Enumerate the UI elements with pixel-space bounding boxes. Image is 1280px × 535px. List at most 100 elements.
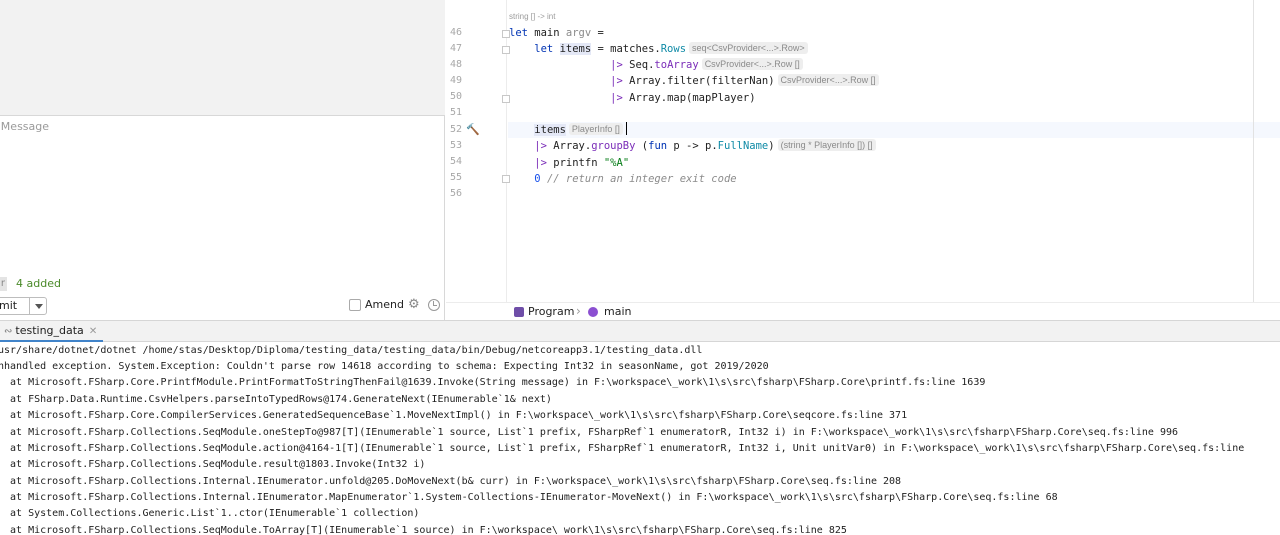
history-icon[interactable] <box>428 299 440 311</box>
code-editor[interactable]: string [] -> int 46 47 48 49 50 51 52 53… <box>446 0 1280 320</box>
close-icon[interactable]: ✕ <box>89 326 97 337</box>
console-line: usr/share/dotnet/dotnet /home/stas/Deskt… <box>0 345 703 356</box>
code-token: |> <box>534 140 554 152</box>
code-token: items <box>534 124 566 136</box>
code-token: Array. <box>553 140 592 152</box>
code-token: items <box>559 43 592 55</box>
console-line: at Microsoft.FSharp.Collections.Internal… <box>0 492 1058 503</box>
signature-hint: string [] -> int <box>509 12 556 21</box>
line-number: 48 <box>450 59 463 70</box>
code-token: filter <box>667 75 705 87</box>
console-line: at FSharp.Data.Runtime.CsvHelpers.parseI… <box>0 394 552 405</box>
code-token: |> <box>610 92 630 104</box>
console-line: at System.Collections.Generic.List`1..ct… <box>0 508 420 519</box>
code-token: (mapPlayer) <box>686 92 756 104</box>
console-line: at Microsoft.FSharp.Core.CompilerService… <box>0 410 908 421</box>
code-line[interactable]: |> Array.filter(filterNan) CsvProvider<..… <box>509 73 879 89</box>
line-number: 56 <box>450 188 463 199</box>
code-line[interactable]: let main argv = <box>509 25 604 41</box>
code-token: Array. <box>629 92 668 104</box>
code-token: |> <box>610 75 630 87</box>
code-token: (filterNan) <box>705 75 775 87</box>
tab-label: testing_data <box>15 324 84 337</box>
function-icon <box>588 307 598 317</box>
line-number: 46 <box>450 27 463 38</box>
changes-tree[interactable] <box>0 0 445 116</box>
commit-message-input[interactable]: t Message <box>0 120 49 133</box>
text-caret <box>625 122 627 135</box>
line-number: 53 <box>450 140 463 151</box>
code-token: fun <box>648 140 668 152</box>
code-line[interactable]: |> Array.map(mapPlayer) <box>509 90 756 106</box>
line-number: 55 <box>450 172 463 183</box>
console-line: at Microsoft.FSharp.Collections.SeqModul… <box>0 459 426 470</box>
code-token: map <box>667 92 687 104</box>
code-token: printfn <box>553 157 598 169</box>
code-token: main <box>527 27 566 39</box>
console-line: at Microsoft.FSharp.Collections.SeqModul… <box>0 443 1245 454</box>
type-hint[interactable]: seq<CsvProvider<...>.Row> <box>689 42 808 54</box>
breadcrumb-separator: › <box>576 304 581 318</box>
code-line[interactable]: let items = matches.Rows seq<CsvProvider<… <box>509 41 808 57</box>
code-line[interactable]: |> printfn "%A" <box>509 155 629 171</box>
run-config-icon: ∾ <box>4 326 13 337</box>
chevron-down-icon[interactable] <box>29 297 47 315</box>
code-token: Array. <box>629 75 668 87</box>
code-token: Rows <box>660 43 687 55</box>
console-line: at Microsoft.FSharp.Collections.SeqModul… <box>0 525 847 535</box>
code-token: argv <box>565 27 592 39</box>
amend-checkbox[interactable] <box>349 299 361 311</box>
code-token: groupBy <box>591 140 636 152</box>
console-line: at Microsoft.FSharp.Collections.SeqModul… <box>0 427 1179 438</box>
line-number: 52 <box>450 124 463 135</box>
code-token: = <box>591 27 604 39</box>
run-tab-bar: ∾ testing_data ✕ <box>0 320 1280 342</box>
type-hint[interactable]: (string * PlayerInfo []) [] <box>777 139 876 151</box>
code-token: Seq. <box>629 59 655 71</box>
code-line[interactable]: |> Array.groupBy (fun p -> p.FullName) (s… <box>509 138 876 154</box>
line-number: 49 <box>450 75 463 86</box>
type-hint[interactable]: CsvProvider<...>.Row [] <box>701 58 803 70</box>
commit-button[interactable]: mit <box>0 297 29 315</box>
code-line[interactable]: |> Seq.toArray CsvProvider<...>.Row [] <box>509 57 803 73</box>
code-token: FullName <box>717 140 769 152</box>
line-number: 54 <box>450 156 463 167</box>
line-number: 47 <box>450 43 463 54</box>
tab-testing-data[interactable]: ∾ testing_data ✕ <box>0 321 104 342</box>
type-hint[interactable]: CsvProvider<...>.Row [] <box>777 74 879 86</box>
code-token: ) <box>768 140 775 152</box>
amend-label[interactable]: Amend <box>365 298 404 311</box>
breadcrumb-program[interactable]: Program <box>528 305 574 318</box>
code-line[interactable]: items PlayerInfo [] <box>509 122 627 138</box>
code-line[interactable]: 0 // return an integer exit code <box>509 171 737 187</box>
line-number: 51 <box>450 107 463 118</box>
code-token: "%A" <box>603 157 630 169</box>
console-line: at Microsoft.FSharp.Core.PrintfModule.Pr… <box>0 377 986 388</box>
code-token: p -> p. <box>667 140 718 152</box>
code-token: |> <box>610 59 630 71</box>
module-icon <box>514 307 524 317</box>
added-count: 4 added <box>16 277 61 290</box>
code-token: |> <box>534 157 554 169</box>
console-line: at Microsoft.FSharp.Collections.Internal… <box>0 476 902 487</box>
breadcrumb: Program › main <box>446 302 1280 320</box>
code-token: = matches. <box>591 43 661 55</box>
code-token: ( <box>635 140 649 152</box>
gear-icon[interactable]: ⚙ <box>408 298 420 312</box>
code-token: toArray <box>654 59 699 71</box>
code-comment: // return an integer exit code <box>540 173 737 185</box>
breadcrumb-main[interactable]: main <box>604 305 631 318</box>
line-number: 50 <box>450 91 463 102</box>
console-output[interactable]: usr/share/dotnet/dotnet /home/stas/Deskt… <box>0 342 1280 535</box>
type-hint[interactable]: PlayerInfo [] <box>568 123 623 135</box>
console-line: nhandled exception. System.Exception: Co… <box>0 361 769 372</box>
commit-panel: t Message r 4 added mit Amend ⚙ <box>0 0 445 320</box>
hammer-icon[interactable]: 🔨 <box>466 124 480 136</box>
